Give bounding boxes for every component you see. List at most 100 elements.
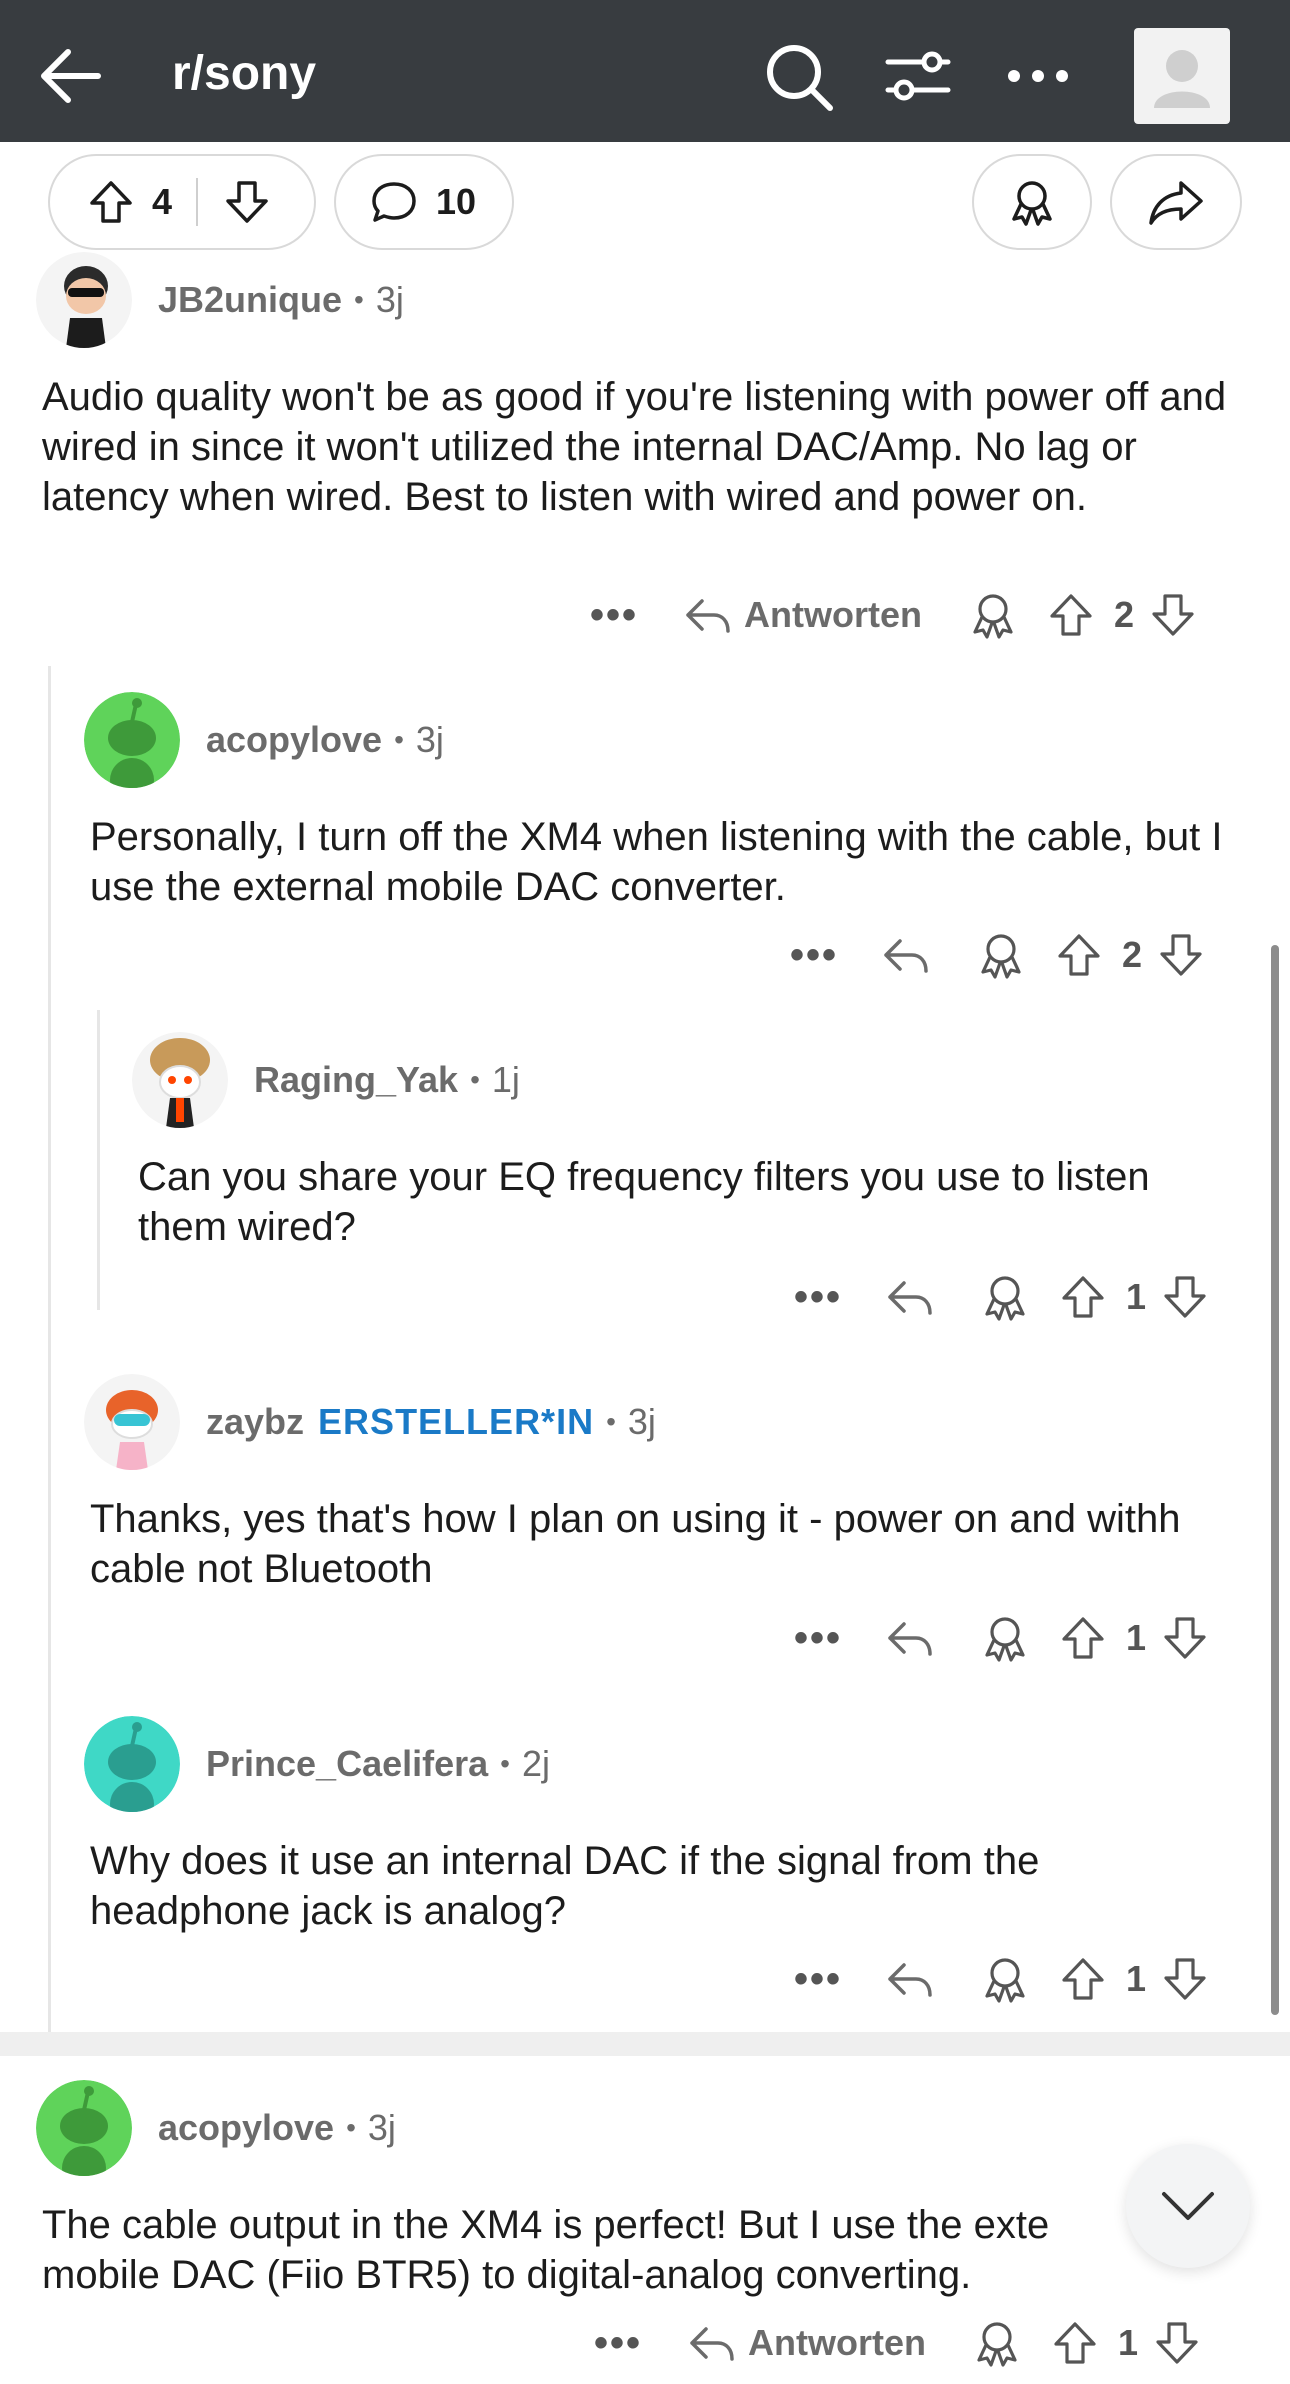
comment-body: Thanks, yes that's how I plan on using i… (90, 1497, 1181, 1591)
user-avatar-icon[interactable] (1134, 28, 1230, 124)
award-icon[interactable] (972, 2318, 1022, 2368)
avatar[interactable] (132, 1032, 228, 1128)
reply-button[interactable]: Antworten (688, 2321, 926, 2365)
reply-label: Antworten (744, 594, 922, 635)
comment-header: acopylove • 3j (84, 692, 444, 788)
downvote-icon[interactable] (1158, 932, 1204, 978)
vote-count: 1 (1126, 1617, 1147, 1658)
comment-header: JB2unique • 3j (36, 252, 404, 348)
more-icon[interactable] (1000, 38, 1076, 114)
separator-dot: • (346, 2112, 356, 2143)
upvote-icon[interactable] (1052, 2320, 1098, 2366)
upvote-icon[interactable] (1060, 1274, 1106, 1320)
vote-count: 2 (1122, 934, 1143, 975)
comment-author[interactable]: acopylove (158, 2107, 334, 2149)
avatar[interactable] (36, 252, 132, 348)
upvote-icon[interactable] (1048, 592, 1094, 638)
award-icon[interactable] (980, 1272, 1030, 1322)
vote-count: 1 (1126, 1958, 1147, 1999)
comment-header: Prince_Caelifera • 2j (84, 1716, 551, 1812)
comment-age: 1j (491, 1059, 520, 1100)
thread-line-nested[interactable] (97, 1010, 100, 1310)
avatar[interactable] (84, 1374, 180, 1470)
reply-icon[interactable] (886, 1616, 934, 1660)
more-options-button[interactable]: ••• (594, 2321, 642, 2366)
reply-icon (686, 599, 730, 633)
comment-age: 3j (367, 2107, 396, 2148)
separator-dot: • (470, 1064, 480, 1095)
comment-body: Personally, I turn off the XM4 when list… (90, 815, 1223, 909)
downvote-icon[interactable] (1154, 2320, 1200, 2366)
filter-icon[interactable] (880, 38, 956, 114)
comment-actions: ••• 1 (794, 1944, 1208, 2014)
vote-count: 1 (1118, 2322, 1139, 2363)
share-icon (1149, 181, 1203, 225)
award-button[interactable] (972, 154, 1092, 250)
award-icon[interactable] (968, 590, 1018, 640)
vote-count: 2 (1114, 594, 1135, 635)
separator-dot: • (354, 284, 364, 315)
top-bar: r/sony (0, 0, 1290, 142)
search-icon[interactable] (760, 38, 836, 114)
more-options-button[interactable]: ••• (590, 593, 638, 638)
comment-author[interactable]: Prince_Caelifera (206, 1743, 488, 1785)
comment-actions: ••• Antworten 2 (590, 580, 1196, 650)
vote-divider (196, 178, 199, 226)
thread-line[interactable] (48, 666, 51, 2032)
share-button[interactable] (1110, 154, 1242, 250)
comments-pill[interactable]: 10 (334, 154, 514, 250)
comment-count: 10 (436, 181, 477, 222)
comment-actions: ••• 1 (794, 1603, 1208, 1673)
more-options-button[interactable]: ••• (794, 1275, 842, 1320)
comment-author[interactable]: acopylove (206, 719, 382, 761)
vote-count: 1 (1126, 1276, 1147, 1317)
comment-header: zaybz ERSTELLER*IN • 3j (84, 1374, 656, 1470)
comment-header: Raging_Yak • 1j (132, 1032, 520, 1128)
comment-actions: ••• 2 (790, 920, 1204, 990)
comment-author[interactable]: Raging_Yak (254, 1059, 458, 1101)
comment-body: The cable output in the XM4 is perfect! … (42, 2203, 1050, 2297)
more-options-button[interactable]: ••• (794, 1616, 842, 1661)
award-icon[interactable] (980, 1954, 1030, 2004)
comment-actions: ••• 1 (794, 1262, 1208, 1332)
avatar[interactable] (84, 692, 180, 788)
avatar[interactable] (84, 1716, 180, 1812)
scrollbar[interactable] (1271, 945, 1279, 2015)
downvote-icon[interactable] (224, 179, 270, 225)
upvote-icon[interactable] (1060, 1956, 1106, 2002)
upvote-icon[interactable] (1060, 1615, 1106, 1661)
avatar[interactable] (36, 2080, 132, 2176)
reply-button[interactable]: Antworten (684, 593, 922, 637)
more-options-button[interactable]: ••• (794, 1957, 842, 2002)
separator-dot: • (606, 1406, 616, 1437)
award-icon[interactable] (980, 1613, 1030, 1663)
comment-author[interactable]: JB2unique (158, 279, 342, 321)
comment-author[interactable]: zaybz (206, 1401, 304, 1443)
reply-icon (690, 2327, 734, 2361)
upvote-icon[interactable] (88, 179, 134, 225)
downvote-icon[interactable] (1162, 1274, 1208, 1320)
reply-icon[interactable] (882, 933, 930, 977)
reply-icon[interactable] (886, 1275, 934, 1319)
post-vote-count: 4 (152, 181, 173, 222)
comment-age: 3j (415, 719, 444, 760)
award-icon (1012, 181, 1052, 226)
downvote-icon[interactable] (1150, 592, 1196, 638)
downvote-icon[interactable] (1162, 1615, 1208, 1661)
comment-age: 3j (627, 1401, 656, 1442)
subreddit-title[interactable]: r/sony (172, 44, 316, 104)
more-options-button[interactable]: ••• (790, 933, 838, 978)
back-arrow-icon[interactable] (34, 40, 106, 112)
reply-label: Antworten (748, 2322, 926, 2363)
downvote-icon[interactable] (1162, 1956, 1208, 2002)
upvote-icon[interactable] (1056, 932, 1102, 978)
award-icon[interactable] (976, 930, 1026, 980)
comment-age: 3j (375, 279, 404, 320)
next-comment-button[interactable] (1126, 2144, 1250, 2268)
separator-dot: • (500, 1748, 510, 1779)
reply-icon[interactable] (886, 1957, 934, 2001)
comment-bubble-icon (372, 182, 416, 222)
comment-age: 2j (521, 1743, 551, 1784)
op-flair-badge: ERSTELLER*IN (318, 1401, 595, 1442)
comment-header: acopylove • 3j (36, 2080, 396, 2176)
